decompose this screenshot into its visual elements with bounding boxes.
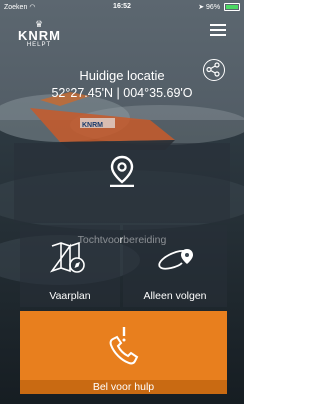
menu-icon[interactable] xyxy=(210,24,226,36)
route-pin-icon xyxy=(158,249,193,270)
alleen-volgen-label: Alleen volgen xyxy=(143,290,207,302)
vaarplan-button[interactable]: Vaarplan xyxy=(20,225,120,307)
map-compass-icon xyxy=(50,241,85,273)
location-coords: 52°27.45'N | 004°35.69'O xyxy=(51,86,193,100)
svg-text:KNRM: KNRM xyxy=(82,122,103,129)
battery-percent: 96% xyxy=(206,4,221,11)
battery-icon xyxy=(224,3,240,12)
share-icon[interactable] xyxy=(203,59,225,81)
bel-voor-hulp-button[interactable]: Bel voor hulp xyxy=(20,311,227,394)
vaarplan-label: Vaarplan xyxy=(49,290,91,302)
app-screen: KNRM Zoeken ◠ 16:52 ➤ 96% ♛ KNRM HELPT H… xyxy=(0,0,244,404)
logo-brand: KNRM xyxy=(18,28,61,43)
bel-voor-hulp-label: Bel voor hulp xyxy=(20,380,227,394)
battery-fill xyxy=(226,5,238,10)
battery-indicator: ➤ 96% xyxy=(198,3,240,12)
alleen-volgen-button[interactable]: Alleen volgen xyxy=(123,225,227,307)
status-bar: Zoeken ◠ 16:52 ➤ 96% xyxy=(0,0,244,14)
map-pin-icon xyxy=(110,155,134,187)
logo-tagline: HELPT xyxy=(26,42,52,48)
location-arrow-icon: ➤ xyxy=(198,4,205,11)
tochtvoorbereiding-button[interactable]: Tochtvoorbereiding xyxy=(14,143,230,246)
phone-alert-icon xyxy=(109,327,139,365)
knrm-logo: ♛ KNRM HELPT xyxy=(18,20,60,49)
